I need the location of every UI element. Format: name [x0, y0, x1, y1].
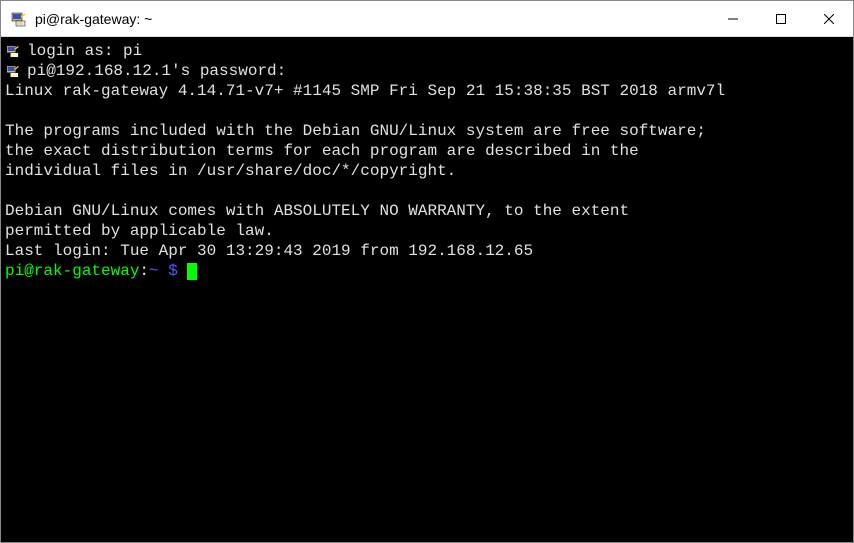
window-title: pi@rak-gateway: ~	[35, 11, 709, 27]
shell-prompt: pi@rak-gateway:~ $	[5, 261, 849, 281]
titlebar[interactable]: pi@rak-gateway: ~	[1, 1, 853, 37]
system-info: Linux rak-gateway 4.14.71-v7+ #1145 SMP …	[5, 81, 849, 101]
motd-line: individual files in /usr/share/doc/*/cop…	[5, 161, 849, 181]
prompt-path: ~ $	[149, 262, 178, 280]
close-button[interactable]	[805, 1, 853, 37]
last-login: Last login: Tue Apr 30 13:29:43 2019 fro…	[5, 241, 849, 261]
maximize-button[interactable]	[757, 1, 805, 37]
cursor	[187, 263, 197, 280]
password-prompt: pi@192.168.12.1's password:	[27, 61, 849, 81]
minimize-button[interactable]	[709, 1, 757, 37]
window-controls	[709, 1, 853, 36]
motd-line: permitted by applicable law.	[5, 221, 849, 241]
prompt-user-host: pi@rak-gateway	[5, 262, 139, 280]
prompt-space	[178, 262, 188, 280]
motd-line: The programs included with the Debian GN…	[5, 121, 849, 141]
blank-line	[5, 181, 849, 201]
login-prompt: login as: pi	[27, 41, 849, 61]
putty-inline-icon	[5, 43, 21, 59]
blank-line	[5, 101, 849, 121]
motd-line: the exact distribution terms for each pr…	[5, 141, 849, 161]
terminal-body[interactable]: login as: pi pi@192.168.12.1's password:…	[1, 37, 853, 542]
putty-inline-icon	[5, 63, 21, 79]
terminal-window: pi@rak-gateway: ~	[0, 0, 854, 543]
motd-line: Debian GNU/Linux comes with ABSOLUTELY N…	[5, 201, 849, 221]
prompt-colon: :	[139, 262, 149, 280]
putty-icon	[9, 9, 29, 29]
